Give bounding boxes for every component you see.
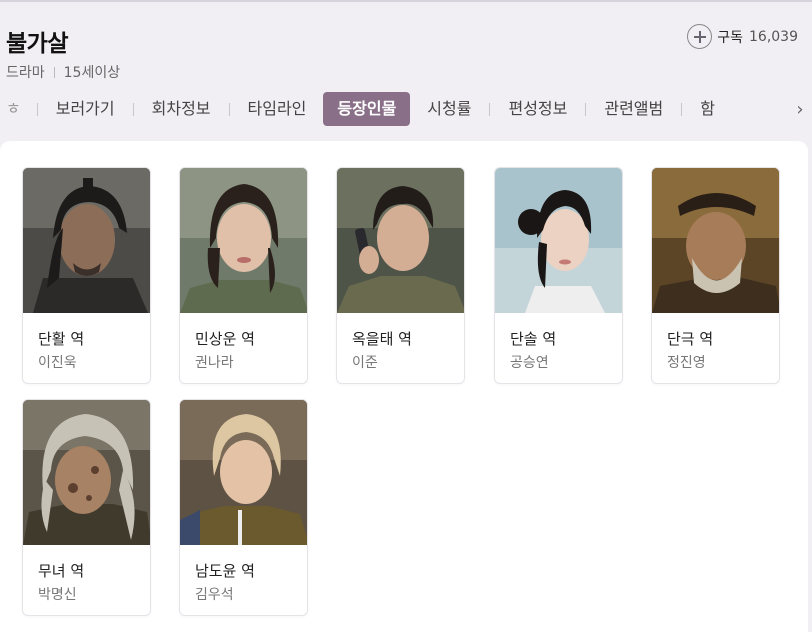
tab-previous-fragment[interactable]: ㅎ: [0, 92, 27, 126]
tab-bar: ㅎ 보러가기 회차정보 타임라인 등장인물 시청률 편성정보 관련앨범 함: [0, 90, 812, 128]
role-name: 단활 역: [38, 330, 85, 348]
actor-name: 이진욱: [38, 355, 77, 371]
tab-divider: [489, 102, 491, 116]
cast-card[interactable]: 단활 역 이진욱: [22, 167, 151, 384]
subscribe-button[interactable]: 구독 16,039: [687, 24, 798, 49]
tab-cast[interactable]: 등장인물: [323, 92, 411, 126]
page-title: 불가살: [6, 31, 68, 57]
cast-card[interactable]: 민상운 역 권나라: [179, 167, 308, 384]
meta-info: 드라마 15세이상: [6, 62, 120, 82]
cast-card[interactable]: 무녀 역 박명신: [22, 399, 151, 616]
tab-divider: [132, 102, 134, 116]
cast-card[interactable]: 단극 역 정진영: [651, 167, 780, 384]
plus-icon: [687, 24, 713, 49]
tab-schedule[interactable]: 편성정보: [500, 92, 575, 126]
tab-more-fragment[interactable]: 함: [692, 92, 723, 126]
actor-photo: [337, 168, 464, 313]
actor-photo: [180, 400, 307, 545]
tab-albums[interactable]: 관련앨범: [596, 92, 671, 126]
subscribe-count: 16,039: [749, 28, 798, 45]
tab-watch[interactable]: 보러가기: [48, 92, 123, 126]
tab-divider: [681, 102, 683, 116]
actor-name: 이준: [352, 355, 378, 371]
cast-card[interactable]: 옥을태 역 이준: [336, 167, 465, 384]
tab-timeline[interactable]: 타임라인: [240, 92, 315, 126]
tab-ratings[interactable]: 시청률: [419, 92, 479, 126]
age-rating-label: 15세이상: [63, 65, 121, 81]
role-name: 단솔 역: [510, 330, 557, 348]
role-name: 옥을태 역: [352, 330, 412, 348]
actor-photo: [23, 400, 150, 545]
role-name: 무녀 역: [38, 562, 85, 580]
top-border: [0, 0, 812, 2]
subscribe-label: 구독: [717, 29, 743, 46]
role-name: 남도윤 역: [195, 562, 255, 580]
actor-photo: [495, 168, 622, 313]
chevron-right-icon[interactable]: ›: [792, 97, 808, 121]
role-name: 민상운 역: [195, 330, 255, 348]
cast-card[interactable]: 단솔 역 공승연: [494, 167, 623, 384]
tab-episode-info[interactable]: 회차정보: [144, 92, 219, 126]
tab-divider: [36, 102, 38, 116]
tab-divider: [228, 102, 230, 116]
actor-photo: [652, 168, 779, 313]
actor-photo: [23, 168, 150, 313]
genre-label: 드라마: [6, 65, 45, 81]
meta-divider: [53, 66, 55, 78]
cast-card[interactable]: 남도윤 역 김우석: [179, 399, 308, 616]
cast-panel: 단활 역 이진욱 민상운 역 권나라 옥을태 역 이준 단솔 역 공승연 단극 …: [0, 141, 808, 632]
tab-divider: [585, 102, 587, 116]
actor-photo: [180, 168, 307, 313]
actor-name: 공승연: [510, 355, 549, 371]
actor-name: 박명신: [38, 587, 77, 603]
actor-name: 김우석: [195, 587, 234, 603]
role-name: 단극 역: [667, 330, 714, 348]
actor-name: 권나라: [195, 355, 234, 371]
actor-name: 정진영: [667, 355, 706, 371]
